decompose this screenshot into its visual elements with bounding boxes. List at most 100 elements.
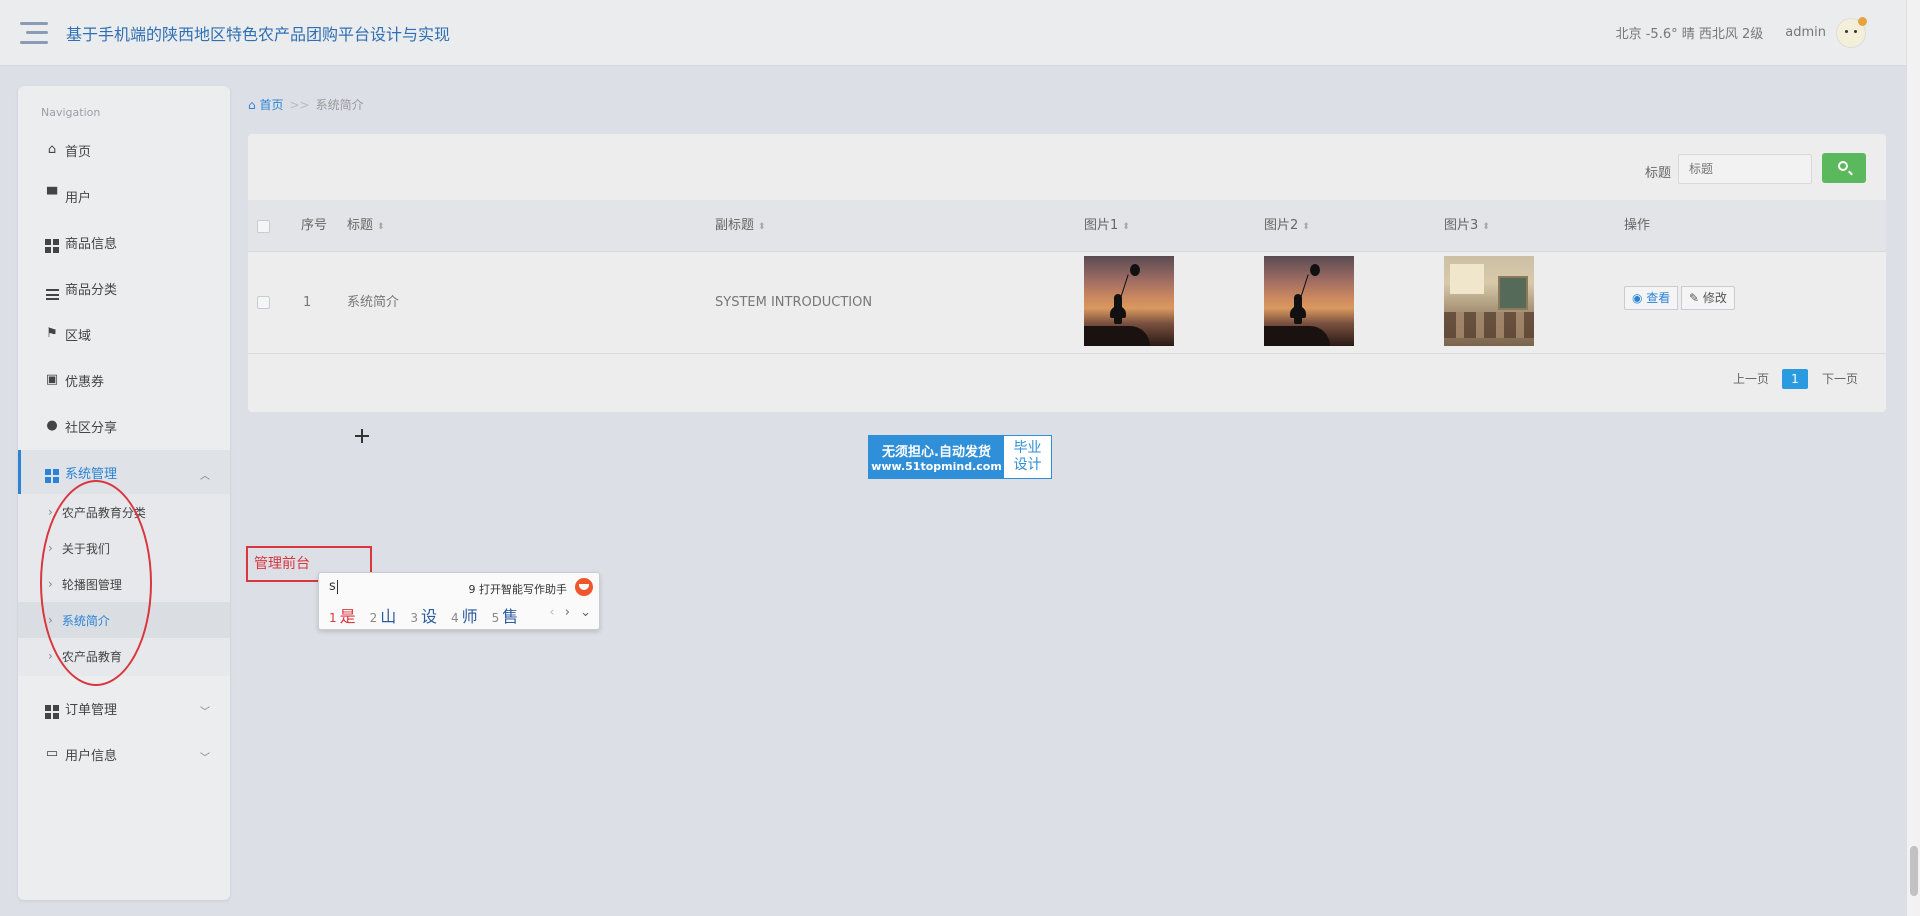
ime-assistant-link[interactable]: 9 打开智能写作助手: [469, 581, 568, 597]
home-icon: ⌂: [47, 142, 57, 157]
annotation-circle: [40, 480, 152, 686]
ime-prev-icon[interactable]: ‹: [549, 605, 554, 620]
column-header-actions: 操作: [1624, 218, 1651, 233]
sidebar-item-region[interactable]: ⚑ 区域: [18, 312, 230, 356]
pin-icon: ●: [46, 418, 58, 433]
watermark-right2: 设计: [1013, 457, 1042, 473]
sidebar-item-label: 订单管理: [65, 702, 118, 718]
ime-assist-key: 9: [468, 583, 476, 596]
chevron-up-icon: ︿: [200, 471, 210, 482]
breadcrumb-separator: >>: [289, 97, 310, 112]
edit-button-label: 修改: [1702, 291, 1727, 305]
sidebar-item-order-management[interactable]: 订单管理 ﹀: [18, 686, 230, 730]
ime-candidate-number: 3: [410, 611, 418, 625]
breadcrumb-home[interactable]: 首页: [259, 96, 283, 113]
eye-icon: ◉: [1632, 291, 1647, 305]
watermark-line2: www.51topmind.com: [871, 460, 1002, 473]
current-page[interactable]: 1: [1782, 369, 1808, 389]
menu-toggle-icon[interactable]: [20, 21, 48, 44]
sidebar-item-community-share[interactable]: ● 社区分享: [18, 404, 230, 448]
ime-candidate-char: 售: [502, 607, 519, 626]
table-header: 序号 标题 ⬍ 副标题 ⬍ 图片1 ⬍ 图片2 ⬍ 图片3 ⬍ 操作: [248, 200, 1886, 252]
vertical-scrollbar[interactable]: [1906, 0, 1920, 916]
ime-candidate-number: 2: [369, 611, 378, 625]
ime-nav: ‹ › ⌄: [543, 605, 591, 620]
thumbnail-image2[interactable]: [1264, 256, 1354, 346]
search-label: 标题: [1645, 166, 1672, 181]
cell-subtitle: SYSTEM INTRODUCTION: [715, 295, 873, 310]
ime-next-icon[interactable]: ›: [565, 605, 570, 620]
column-header-image3[interactable]: 图片3 ⬍: [1444, 200, 1490, 252]
user-name[interactable]: admin: [1785, 25, 1826, 40]
sort-icon[interactable]: ⬍: [1302, 222, 1310, 232]
crosshair-cursor-icon: [355, 429, 369, 443]
sidebar-item-product-category[interactable]: 商品分类: [18, 266, 230, 310]
view-button[interactable]: ◉ 查看: [1624, 286, 1679, 310]
watermark-banner: 无须担心.自动发货 www.51topmind.com 毕业 设计: [868, 435, 1052, 479]
scrollbar-thumb[interactable]: [1910, 846, 1918, 896]
grid-icon: [45, 235, 59, 253]
breadcrumb-home-icon[interactable]: ⌂: [248, 98, 259, 112]
avatar[interactable]: [1836, 16, 1867, 48]
ime-candidate[interactable]: 4师: [451, 603, 478, 627]
chevron-down-icon: ﹀: [200, 753, 210, 764]
top-header: 基于手机端的陕西地区特色农产品团购平台设计与实现 北京 -5.6° 晴 西北风 …: [0, 0, 1906, 66]
select-all-checkbox[interactable]: [257, 220, 270, 233]
edit-icon: ✎: [1689, 291, 1703, 305]
table-row: 1 系统简介 SYSTEM INTRODUCTION ◉ 查看 ✎ 修改: [248, 252, 1886, 354]
sidebar-item-coupon[interactable]: ▣ 优惠券: [18, 358, 230, 402]
grid-icon: [45, 701, 59, 719]
card-icon: ▭: [45, 746, 59, 761]
ime-candidate-number: 1: [329, 611, 337, 625]
ime-candidate[interactable]: 1是: [329, 603, 356, 627]
coupon-icon: ▣: [45, 372, 59, 387]
thumbnail-image1[interactable]: [1084, 256, 1174, 346]
sort-icon[interactable]: ⬍: [1122, 222, 1130, 232]
ime-logo-icon[interactable]: [575, 578, 593, 596]
ime-candidate[interactable]: 2山: [370, 603, 397, 627]
sidebar-item-users[interactable]: ▀ 用户: [18, 174, 230, 218]
chevron-right-icon: ›: [48, 649, 53, 663]
search-button[interactable]: [1822, 153, 1866, 183]
column-header-label: 图片1: [1084, 218, 1119, 233]
column-header-title[interactable]: 标题 ⬍: [347, 200, 385, 252]
watermark-left: 无须担心.自动发货 www.51topmind.com: [869, 436, 1004, 478]
nav-caption: Navigation: [41, 106, 101, 119]
column-header-index: 序号: [301, 218, 328, 233]
thumbnail-image3[interactable]: [1444, 256, 1534, 346]
sidebar-item-product-info[interactable]: 商品信息: [18, 220, 230, 264]
sidebar-item-user-info[interactable]: ▭ 用户信息 ﹀: [18, 732, 230, 776]
column-header-subtitle[interactable]: 副标题 ⬍: [715, 200, 766, 252]
sidebar-item-label: 用户: [65, 190, 92, 206]
sidebar-item-label: 商品信息: [65, 236, 118, 252]
next-page-button[interactable]: 下一页: [1822, 370, 1858, 387]
ime-input-value: s: [329, 579, 336, 594]
ime-more-icon[interactable]: ⌄: [580, 605, 591, 620]
ime-caret: [336, 579, 338, 594]
column-header-image1[interactable]: 图片1 ⬍: [1084, 200, 1130, 252]
edit-button[interactable]: ✎ 修改: [1681, 286, 1735, 310]
column-header-image2[interactable]: 图片2 ⬍: [1264, 200, 1310, 252]
ime-candidate-char: 是: [339, 607, 356, 626]
column-header-label: 图片2: [1264, 218, 1299, 233]
sort-icon[interactable]: ⬍: [377, 222, 385, 232]
grid-icon: [45, 465, 59, 483]
ime-candidate-char: 设: [420, 607, 437, 626]
sort-icon[interactable]: ⬍: [1482, 222, 1490, 232]
watermark-line1: 无须担心.自动发货: [882, 445, 991, 460]
search-input[interactable]: [1678, 154, 1812, 184]
sort-icon[interactable]: ⬍: [758, 222, 766, 232]
ime-candidate[interactable]: 3设: [410, 603, 437, 627]
ime-candidates: 1是 2山 3设 4师 5售: [329, 603, 532, 627]
sidebar-item-system-management[interactable]: 系统管理 ︿: [18, 450, 230, 494]
row-checkbox[interactable]: [257, 296, 270, 309]
ime-candidate[interactable]: 5售: [492, 603, 519, 627]
prev-page-button[interactable]: 上一页: [1733, 370, 1769, 387]
view-button-label: 查看: [1646, 291, 1671, 305]
sidebar-item-label: 用户信息: [65, 748, 118, 764]
sidebar-item-home[interactable]: ⌂ 首页: [18, 128, 230, 172]
header-right: 北京 -5.6° 晴 西北风 2级 admin: [1616, 16, 1867, 48]
sidebar-item-label: 区域: [65, 328, 92, 344]
ime-popup: s 9 打开智能写作助手 1是 2山 3设 4师 5售 ‹ › ⌄: [318, 572, 600, 630]
sidebar-item-label: 社区分享: [65, 420, 118, 436]
